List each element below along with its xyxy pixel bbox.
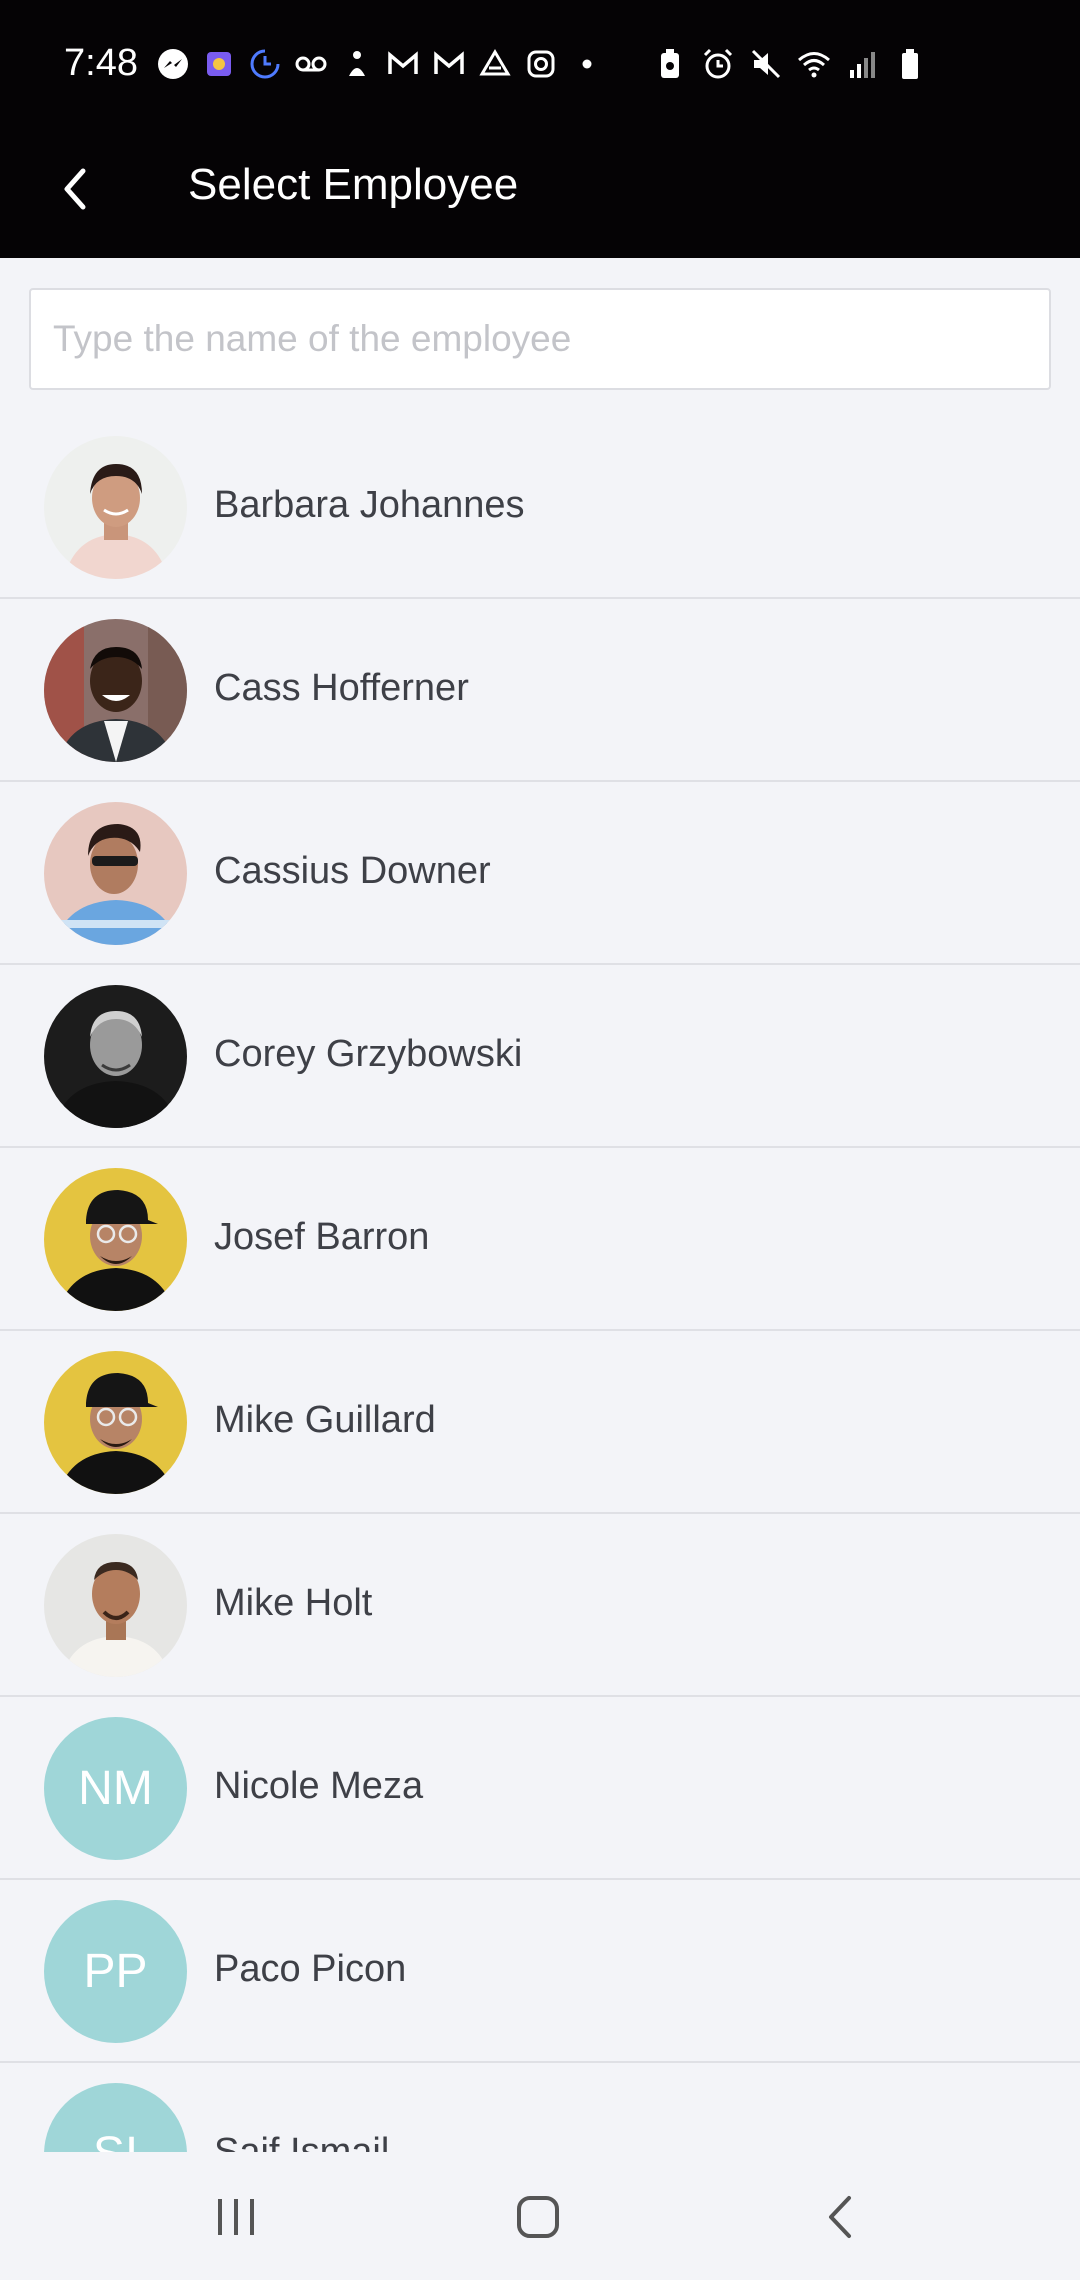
app-figure-icon <box>349 51 365 76</box>
nav-back-button[interactable] <box>780 2172 900 2262</box>
employee-photo <box>44 1351 187 1494</box>
employee-name: Josef Barron <box>214 1216 430 1258</box>
home-button[interactable] <box>478 2172 598 2262</box>
page-title: Select Employee <box>188 160 519 209</box>
alarm-icon <box>703 48 733 79</box>
instagram-icon <box>527 50 555 78</box>
employee-name: Corey Grzybowski <box>214 1033 523 1075</box>
employee-item-josef-barron[interactable]: Josef Barron <box>0 1148 1080 1331</box>
employee-name: Nicole Meza <box>214 1765 424 1807</box>
employee-name: Saif Ismail <box>214 2131 390 2152</box>
employee-item-saif-ismail[interactable]: SI Saif Ismail <box>0 2063 1080 2152</box>
gmail-icon <box>388 51 418 74</box>
employee-item-mike-holt[interactable]: Mike Holt <box>0 1514 1080 1697</box>
status-time: 7:48 <box>64 42 138 84</box>
employee-item-paco-picon[interactable]: PP Paco Picon <box>0 1880 1080 2063</box>
search-input[interactable] <box>31 290 1049 388</box>
recents-icon <box>218 2199 254 2235</box>
employee-photo <box>44 1168 187 1311</box>
employee-item-mike-guillard[interactable]: Mike Guillard <box>0 1331 1080 1514</box>
wifi-icon <box>798 52 830 78</box>
employee-photo <box>44 436 187 579</box>
gmail-icon <box>434 51 464 74</box>
initials-avatar: NM <box>44 1717 187 1860</box>
employee-name: Paco Picon <box>214 1948 407 1990</box>
back-icon <box>829 2196 851 2238</box>
avatar <box>44 619 187 762</box>
employee-item-corey-grzybowski[interactable]: Corey Grzybowski <box>0 965 1080 1148</box>
avatar <box>44 1534 187 1677</box>
employee-name: Barbara Johannes <box>214 484 525 526</box>
avatar <box>44 1168 187 1311</box>
home-icon <box>517 2196 559 2238</box>
recents-button[interactable] <box>176 2172 296 2262</box>
employee-item-cass-hofferner[interactable]: Cass Hofferner <box>0 599 1080 782</box>
employee-photo <box>44 619 187 762</box>
notification-icons <box>155 46 605 82</box>
employee-photo <box>44 1534 187 1677</box>
system-icons <box>652 46 928 82</box>
employee-name: Mike Holt <box>214 1582 373 1624</box>
avatar <box>44 802 187 945</box>
search-box <box>29 288 1051 390</box>
voicemail-icon <box>295 56 327 72</box>
initials-avatar: PP <box>44 1900 187 2043</box>
status-bar: 7:48 <box>0 0 1080 130</box>
avatar <box>44 985 187 1128</box>
chevron-left-icon <box>64 168 86 210</box>
sync-icon <box>250 49 280 79</box>
back-button[interactable] <box>40 154 110 224</box>
employee-list: Barbara Johannes Cass Hofferner Cassius … <box>0 416 1080 2152</box>
battery-icon <box>902 49 918 79</box>
employee-item-nicole-meza[interactable]: NM Nicole Meza <box>0 1697 1080 1880</box>
employee-photo <box>44 802 187 945</box>
more-notifications-icon <box>582 59 592 69</box>
mute-icon <box>751 49 781 79</box>
messenger-icon <box>158 49 188 79</box>
battery-saver-icon <box>661 49 679 78</box>
drive-icon <box>479 49 511 76</box>
app-notification-icon <box>207 52 231 76</box>
app-header: 7:48 Select Employee <box>0 0 1080 258</box>
signal-icon <box>850 52 875 78</box>
title-bar: Select Employee <box>0 130 1080 258</box>
employee-item-barbara-johannes[interactable]: Barbara Johannes <box>0 416 1080 599</box>
avatar <box>44 436 187 579</box>
avatar <box>44 1351 187 1494</box>
employee-name: Mike Guillard <box>214 1399 436 1441</box>
initials-avatar: SI <box>44 2083 187 2152</box>
employee-name: Cass Hofferner <box>214 667 469 709</box>
system-nav-bar <box>0 2152 1080 2280</box>
employee-photo <box>44 985 187 1128</box>
employee-name: Cassius Downer <box>214 850 491 892</box>
employee-item-cassius-downer[interactable]: Cassius Downer <box>0 782 1080 965</box>
